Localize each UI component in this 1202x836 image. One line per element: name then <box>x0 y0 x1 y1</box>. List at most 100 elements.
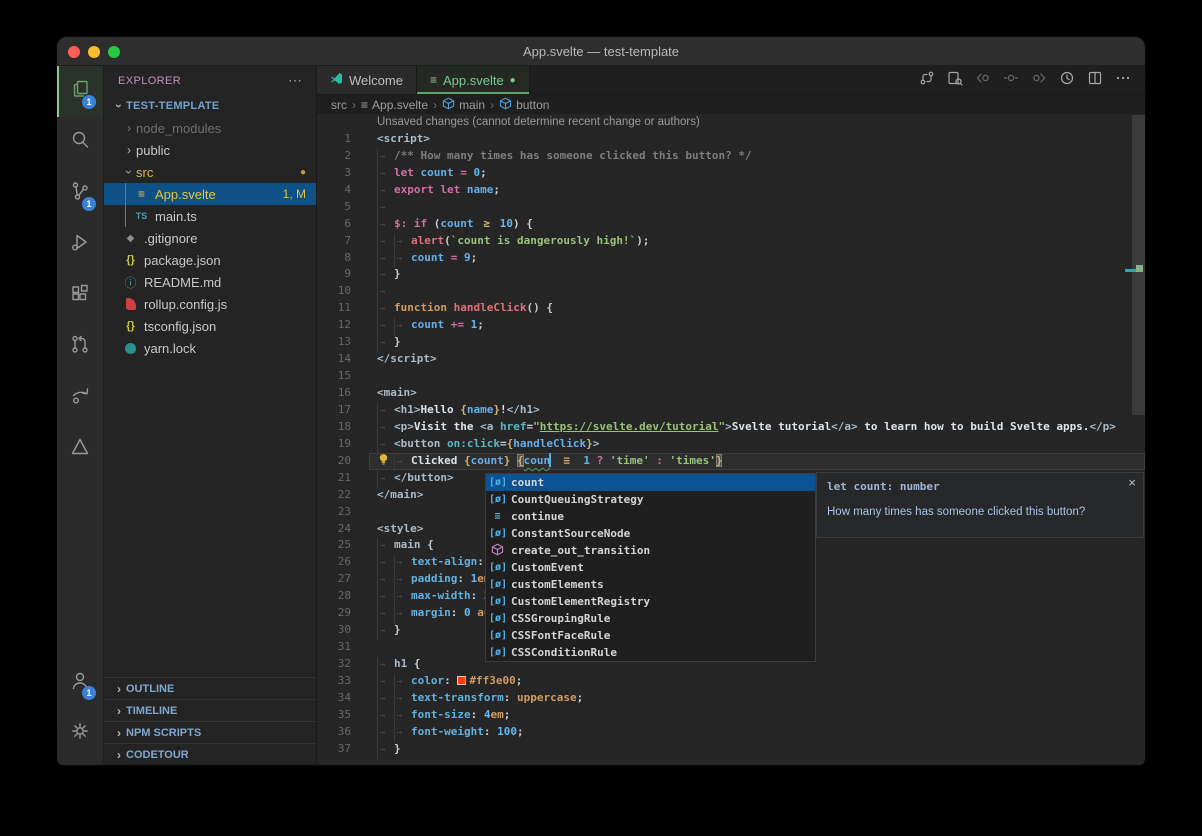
minimize-window-button[interactable] <box>88 46 100 58</box>
activity-github-pull-requests[interactable] <box>57 321 103 372</box>
suggestion-CustomEvent[interactable]: [ø]CustomEvent <box>486 559 815 576</box>
code-line-36[interactable]: 36→→font-weight: 100; <box>317 724 1145 741</box>
breadcrumb-item-button[interactable]: button <box>499 97 549 113</box>
code-line-3[interactable]: 3→let count = 0; <box>317 165 1145 182</box>
sidebar-panel-npm-scripts[interactable]: ›NPM SCRIPTS <box>104 721 316 743</box>
suggestion-CustomElementRegistry[interactable]: [ø]CustomElementRegistry <box>486 593 815 610</box>
code-token: </main> <box>377 488 423 501</box>
close-icon[interactable]: × <box>1128 475 1136 490</box>
code-line-35[interactable]: 35→→font-size: 4em; <box>317 707 1145 724</box>
code-line-18[interactable]: 18→<p>Visit the <a href="https://svelte.… <box>317 419 1145 436</box>
settings-icon <box>69 720 91 747</box>
close-window-button[interactable] <box>68 46 80 58</box>
compare-changes-button[interactable] <box>915 68 939 92</box>
code-token: : <box>457 572 470 585</box>
code-line-9[interactable]: 9→} <box>317 266 1145 283</box>
code-line-12[interactable]: 12→→count += 1; <box>317 317 1145 334</box>
code-token: 9 <box>464 251 471 264</box>
more-actions-button[interactable] <box>1111 68 1135 92</box>
code-line-7[interactable]: 7→→alert(`count is dangerously high!`); <box>317 233 1145 250</box>
breadcrumb-item-App.svelte[interactable]: ≡App.svelte <box>361 98 428 112</box>
symbol-element-icon <box>499 97 512 113</box>
activity-run-and-debug[interactable] <box>57 219 103 270</box>
code-line-8[interactable]: 8→→count = 9; <box>317 250 1145 267</box>
code-line-6[interactable]: 6→$: if (count ≥ 10) { <box>317 216 1145 233</box>
suggestion-create_out_transition[interactable]: create_out_transition <box>486 542 815 559</box>
file-item-yarn.lock[interactable]: yarn.lock <box>104 337 316 359</box>
activity-azure[interactable] <box>57 423 103 474</box>
file-item-App.svelte[interactable]: ≡App.svelte1, M <box>104 183 316 205</box>
next-change-button[interactable] <box>1027 68 1051 92</box>
file-item-node_modules[interactable]: ›node_modules <box>104 117 316 139</box>
split-editor-button[interactable] <box>1083 68 1107 92</box>
code-line-16[interactable]: 16<main> <box>317 385 1145 402</box>
suggestion-CSSConditionRule[interactable]: [ø]CSSConditionRule <box>486 644 815 661</box>
suggestion-CountQueuingStrategy[interactable]: [ø]CountQueuingStrategy <box>486 491 815 508</box>
code-area[interactable]: Unsaved changes (cannot determine recent… <box>317 114 1145 765</box>
indent-guide: → <box>377 572 394 589</box>
previous-change-button[interactable] <box>971 68 995 92</box>
file-item-public[interactable]: ›public <box>104 139 316 161</box>
line-number: 11 <box>317 300 351 317</box>
file-item-README.md[interactable]: ⓘREADME.md <box>104 271 316 293</box>
code-token: color <box>411 674 444 687</box>
file-item-tsconfig.json[interactable]: {}tsconfig.json <box>104 315 316 337</box>
indent-guide: → <box>394 251 411 268</box>
activity-search[interactable] <box>57 117 103 168</box>
code-line-19[interactable]: 19→<button on:click={handleClick}> <box>317 436 1145 453</box>
sidebar-panel-codetour[interactable]: ›CODETOUR <box>104 743 316 765</box>
suggestion-CSSFontFaceRule[interactable]: [ø]CSSFontFaceRule <box>486 627 815 644</box>
previous-change-icon <box>975 70 991 91</box>
code-token: ; <box>504 708 511 721</box>
current-change-button[interactable] <box>999 68 1023 92</box>
code-line-20[interactable]: 20→Clicked {count} {coun ≡ 1 ? 'time' : … <box>317 453 1145 470</box>
code-line-2[interactable]: 2→/** How many times has someone clicked… <box>317 148 1145 165</box>
sidebar-panel-timeline[interactable]: ›TIMELINE <box>104 699 316 721</box>
titlebar[interactable]: App.svelte — test-template <box>57 37 1145 66</box>
suggestion-CSSGroupingRule[interactable]: [ø]CSSGroupingRule <box>486 610 815 627</box>
suggestion-count[interactable]: [ø]count <box>486 474 815 491</box>
code-line-1[interactable]: 1<script> <box>317 131 1145 148</box>
tab-app-svelte[interactable]: ≡App.svelte● <box>417 66 530 94</box>
code-line-33[interactable]: 33→→color: #ff3e00; <box>317 673 1145 690</box>
code-line-5[interactable]: 5→ <box>317 199 1145 216</box>
file-item-package.json[interactable]: {}package.json <box>104 249 316 271</box>
code-line-4[interactable]: 4→export let name; <box>317 182 1145 199</box>
code-line-13[interactable]: 13→} <box>317 334 1145 351</box>
code-line-15[interactable]: 15 <box>317 368 1145 385</box>
tab-welcome[interactable]: Welcome <box>317 66 417 94</box>
suggestion-customElements[interactable]: [ø]customElements <box>486 576 815 593</box>
code-line-14[interactable]: 14</script> <box>317 351 1145 368</box>
file-item-main.ts[interactable]: TSmain.ts <box>104 205 316 227</box>
code-line-34[interactable]: 34→→text-transform: uppercase; <box>317 690 1145 707</box>
file-item-src[interactable]: ›src● <box>104 161 316 183</box>
intellisense-popup: [ø]count[ø]CountQueuingStrategy≡continue… <box>485 473 816 662</box>
maximize-window-button[interactable] <box>108 46 120 58</box>
suggestion-continue[interactable]: ≡continue <box>486 508 815 525</box>
code-line-37[interactable]: 37→} <box>317 741 1145 758</box>
code-line-17[interactable]: 17→<h1>Hello {name}!</h1> <box>317 402 1145 419</box>
activity-live-share[interactable] <box>57 372 103 423</box>
breadcrumb-item-main[interactable]: main <box>442 97 485 113</box>
file-item-.gitignore[interactable]: ◆.gitignore <box>104 227 316 249</box>
tree-root-test-template[interactable]: › TEST-TEMPLATE <box>104 95 316 117</box>
symbol-element-icon <box>442 97 455 113</box>
file-history-button[interactable] <box>1055 68 1079 92</box>
code-line-10[interactable]: 10→ <box>317 283 1145 300</box>
svelte-file-icon: ≡ <box>430 74 437 86</box>
breadcrumb-item-src[interactable]: src <box>331 98 347 112</box>
activity-accounts[interactable]: 1 <box>57 657 103 708</box>
activity-source-control[interactable]: 1 <box>57 168 103 219</box>
activity-settings[interactable] <box>57 708 103 759</box>
file-item-rollup.config.js[interactable]: rollup.config.js <box>104 293 316 315</box>
activity-extensions[interactable] <box>57 270 103 321</box>
suggestion-ConstantSourceNode[interactable]: [ø]ConstantSourceNode <box>486 525 815 542</box>
activity-explorer[interactable]: 1 <box>57 66 103 117</box>
tab-bar: Welcome≡App.svelte● <box>317 66 1145 95</box>
code-line-11[interactable]: 11→function handleClick() { <box>317 300 1145 317</box>
open-preview-button[interactable] <box>943 68 967 92</box>
indent-guide: → <box>377 183 394 200</box>
sidebar-panel-outline[interactable]: ›OUTLINE <box>104 677 316 699</box>
code-token: ); <box>636 234 649 247</box>
more-actions-icon[interactable]: ⋯ <box>288 72 302 89</box>
